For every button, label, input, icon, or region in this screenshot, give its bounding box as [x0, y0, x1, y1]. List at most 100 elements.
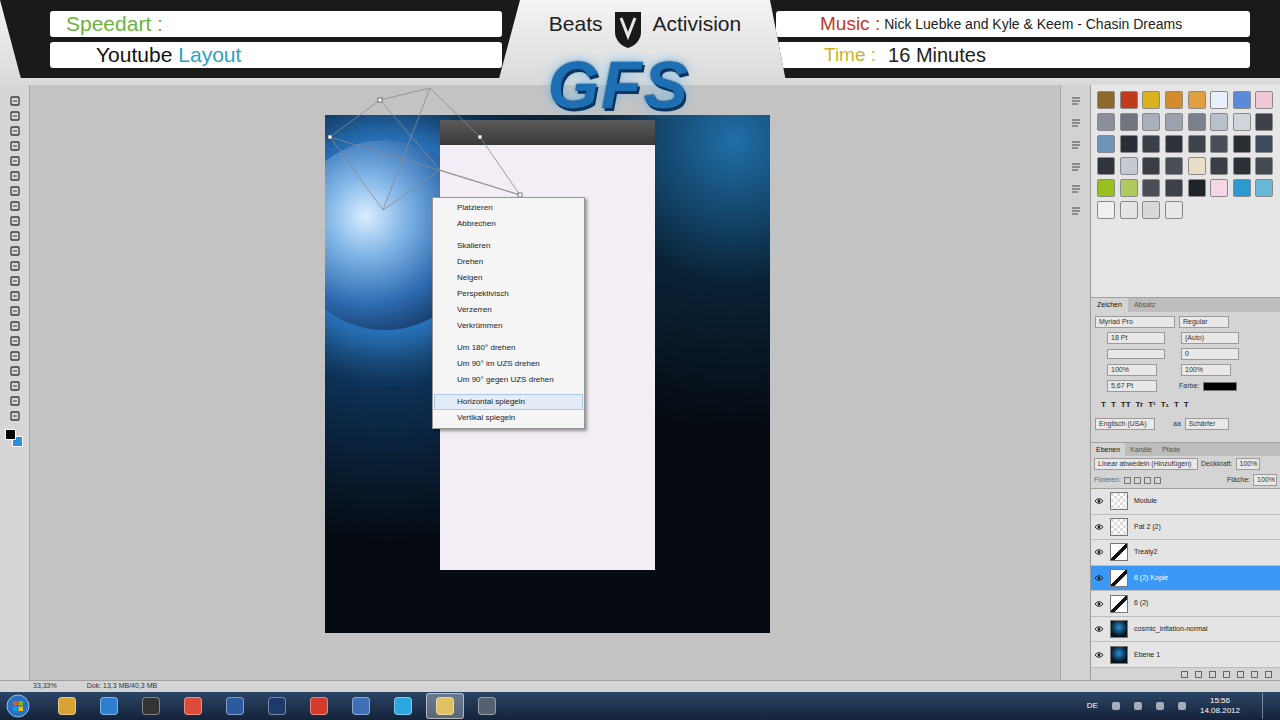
style-swatch[interactable]	[1097, 91, 1115, 109]
style-swatch[interactable]	[1165, 113, 1183, 131]
visibility-eye-icon[interactable]	[1094, 523, 1104, 531]
layer-row[interactable]: Pat 2 (2)	[1091, 515, 1280, 541]
style-swatch[interactable]	[1097, 157, 1115, 175]
panel-tab[interactable]: Pfade	[1157, 443, 1185, 456]
type-style-button[interactable]: T	[1111, 399, 1116, 411]
menu-item[interactable]: Perspektivisch	[434, 286, 583, 302]
style-swatch[interactable]	[1210, 179, 1228, 197]
panel-tab[interactable]: Ebenen	[1091, 443, 1125, 456]
style-swatch[interactable]	[1165, 179, 1183, 197]
style-swatch[interactable]	[1097, 201, 1115, 219]
layer-row[interactable]: Ebene 1	[1091, 642, 1280, 668]
taskbar-app-button[interactable]	[216, 693, 254, 719]
text-field[interactable]: Linear abwedeln (Hinzufügen)	[1094, 458, 1198, 470]
lock-option[interactable]	[1154, 477, 1161, 484]
menu-item[interactable]: Skalieren	[434, 238, 583, 254]
taskbar-app-button[interactable]	[48, 693, 86, 719]
style-swatch[interactable]	[1255, 113, 1273, 131]
text-field[interactable]: 18 Pt	[1107, 332, 1165, 344]
taskbar-app-button[interactable]	[90, 693, 128, 719]
show-desktop-button[interactable]	[1262, 693, 1272, 719]
menu-item[interactable]: Horizontal spiegeln	[434, 394, 583, 410]
visibility-eye-icon[interactable]	[1094, 600, 1104, 608]
style-swatch[interactable]	[1120, 201, 1138, 219]
panel-tab[interactable]: Zeichen	[1091, 298, 1128, 312]
visibility-eye-icon[interactable]	[1094, 548, 1104, 556]
style-swatch[interactable]	[1233, 113, 1251, 131]
style-swatch[interactable]	[1233, 135, 1251, 153]
layer-action-button[interactable]	[1223, 671, 1230, 678]
style-swatch[interactable]	[1097, 135, 1115, 153]
menu-item[interactable]: Abbrechen	[434, 216, 583, 232]
taskbar-app-button[interactable]	[384, 693, 422, 719]
menu-item[interactable]: Platzieren	[434, 200, 583, 216]
lock-option[interactable]	[1134, 477, 1141, 484]
style-swatch[interactable]	[1142, 91, 1160, 109]
layer-row[interactable]: cosmic_inflation-normal	[1091, 617, 1280, 643]
text-field[interactable]: Myriad Pro	[1095, 316, 1175, 328]
text-field[interactable]: Englisch (USA)	[1095, 418, 1155, 430]
visibility-eye-icon[interactable]	[1094, 497, 1104, 505]
type-style-button[interactable]: T¹	[1148, 399, 1156, 411]
taskbar-app-button[interactable]	[468, 693, 506, 719]
tray-icon[interactable]	[1156, 702, 1164, 710]
menu-item[interactable]: Drehen	[434, 254, 583, 270]
style-swatch[interactable]	[1142, 201, 1160, 219]
style-swatch[interactable]	[1188, 157, 1206, 175]
text-field[interactable]: 5,67 Pt	[1107, 380, 1157, 392]
style-swatch[interactable]	[1097, 113, 1115, 131]
style-swatch[interactable]	[1097, 179, 1115, 197]
layer-action-button[interactable]	[1195, 671, 1202, 678]
style-swatch[interactable]	[1165, 135, 1183, 153]
visibility-eye-icon[interactable]	[1094, 651, 1104, 659]
tray-icon[interactable]	[1112, 702, 1120, 710]
panel-tab[interactable]: Kanäle	[1125, 443, 1157, 456]
style-swatch[interactable]	[1255, 157, 1273, 175]
type-style-button[interactable]: T	[1174, 399, 1179, 411]
style-swatch[interactable]	[1120, 113, 1138, 131]
taskbar-app-button[interactable]	[342, 693, 380, 719]
style-swatch[interactable]	[1165, 157, 1183, 175]
style-swatch[interactable]	[1120, 91, 1138, 109]
type-style-button[interactable]: T	[1184, 399, 1189, 411]
type-style-button[interactable]: T	[1101, 399, 1106, 411]
layer-action-button[interactable]	[1181, 671, 1188, 678]
taskbar-app-button[interactable]	[300, 693, 338, 719]
menu-item[interactable]: Um 180° drehen	[434, 340, 583, 356]
type-style-button[interactable]: TT	[1121, 399, 1131, 411]
layer-row[interactable]: 6 (2)	[1091, 591, 1280, 617]
style-swatch[interactable]	[1120, 179, 1138, 197]
visibility-eye-icon[interactable]	[1094, 574, 1104, 582]
foreground-color-swatch[interactable]	[5, 429, 16, 440]
type-style-button[interactable]: Tr	[1136, 399, 1144, 411]
text-field[interactable]: 100%	[1253, 474, 1277, 486]
style-swatch[interactable]	[1233, 157, 1251, 175]
layer-action-button[interactable]	[1209, 671, 1216, 678]
style-swatch[interactable]	[1165, 201, 1183, 219]
text-color-swatch[interactable]	[1203, 382, 1237, 391]
style-swatch[interactable]	[1142, 157, 1160, 175]
menu-item[interactable]: Neigen	[434, 270, 583, 286]
style-swatch[interactable]	[1188, 113, 1206, 131]
clock[interactable]: 15:5614.08.2012	[1200, 696, 1248, 716]
zoom-level[interactable]: 33,33%	[33, 681, 57, 692]
text-field[interactable]: 100%	[1181, 364, 1231, 376]
style-swatch[interactable]	[1233, 91, 1251, 109]
style-swatch[interactable]	[1188, 91, 1206, 109]
style-swatch[interactable]	[1165, 91, 1183, 109]
style-swatch[interactable]	[1210, 91, 1228, 109]
style-swatch[interactable]	[1188, 179, 1206, 197]
style-swatch[interactable]	[1255, 179, 1273, 197]
layer-row[interactable]: 6 (2) Kopie	[1091, 566, 1280, 592]
layer-action-button[interactable]	[1251, 671, 1258, 678]
style-swatch[interactable]	[1188, 135, 1206, 153]
style-swatch[interactable]	[1210, 157, 1228, 175]
style-swatch[interactable]	[1210, 135, 1228, 153]
color-swatches[interactable]	[5, 429, 25, 449]
lock-option[interactable]	[1144, 477, 1151, 484]
style-swatch[interactable]	[1120, 135, 1138, 153]
text-field[interactable]: Schärfer	[1185, 418, 1229, 430]
text-field[interactable]: 100%	[1107, 364, 1157, 376]
layer-row[interactable]: Module	[1091, 489, 1280, 515]
style-swatch[interactable]	[1255, 135, 1273, 153]
